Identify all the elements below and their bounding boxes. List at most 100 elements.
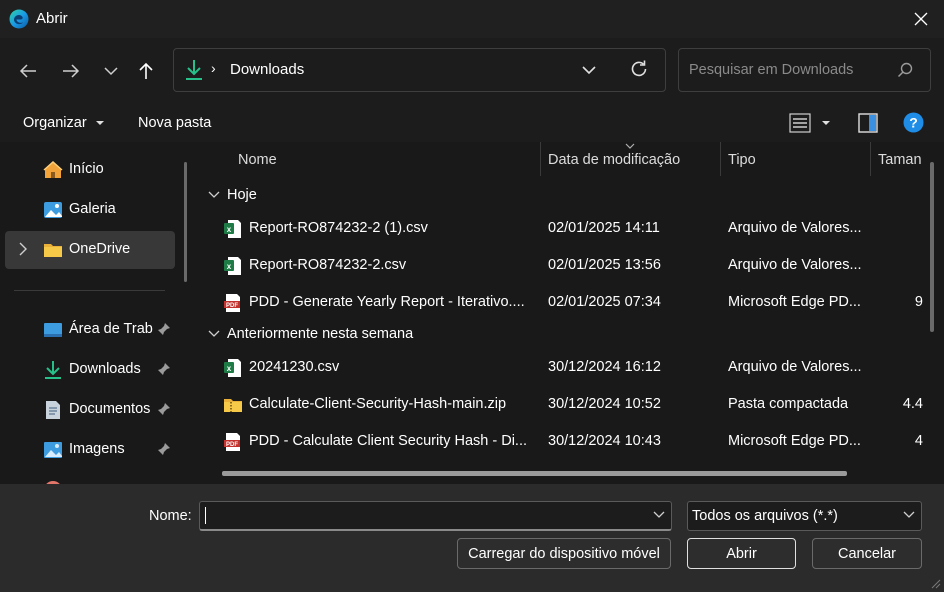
organize-button[interactable]: Organizar — [23, 115, 105, 131]
sidebar-item-inicio[interactable]: Início — [0, 151, 175, 189]
edge-app-icon — [9, 9, 29, 29]
cancel-button[interactable]: Cancelar — [812, 538, 922, 569]
sidebar-item-label: Imagens — [69, 441, 125, 457]
filename-input[interactable] — [199, 501, 672, 531]
download-icon — [186, 60, 202, 80]
sidebar-item-label: Documentos — [69, 401, 151, 417]
file-name: 20241230.csv — [249, 359, 340, 375]
sidebar-item-partial[interactable] — [0, 471, 175, 484]
file-type: Arquivo de Valores... — [728, 257, 862, 273]
search-placeholder: Pesquisar em Downloads — [689, 62, 854, 78]
file-list[interactable]: Nome Data de modificação Tipo Taman Hoje… — [200, 142, 944, 484]
sidebar-item-desktop[interactable]: Área de Trab — [0, 311, 175, 349]
sidebar-scrollbar[interactable] — [184, 162, 187, 282]
file-date: 02/01/2025 07:34 — [548, 294, 661, 310]
arrow-up-icon — [139, 62, 153, 79]
filetype-select[interactable]: Todos os arquivos (*.*) — [687, 501, 922, 531]
breadcrumb-downloads[interactable]: Downloads — [230, 61, 304, 78]
address-bar[interactable]: › Downloads — [173, 48, 666, 92]
arrow-left-icon — [19, 64, 36, 78]
file-date: 02/01/2025 13:56 — [548, 257, 661, 273]
filetype-value: Todos os arquivos (*.*) — [692, 508, 838, 524]
vertical-scrollbar[interactable] — [930, 162, 934, 332]
chevron-right-icon[interactable] — [18, 242, 28, 256]
svg-text:x: x — [227, 262, 232, 271]
column-divider[interactable] — [540, 142, 541, 176]
title-bar: Abrir — [0, 0, 944, 38]
pin-icon[interactable] — [157, 442, 171, 456]
column-header-name[interactable]: Nome — [238, 152, 277, 168]
column-header-size[interactable]: Taman — [878, 152, 922, 168]
pin-icon[interactable] — [157, 322, 171, 336]
organize-label: Organizar — [23, 115, 87, 131]
svg-text:?: ? — [909, 115, 918, 131]
preview-pane-icon[interactable] — [858, 113, 878, 133]
resize-grip-icon[interactable] — [931, 579, 941, 589]
text-caret — [205, 507, 206, 524]
column-divider[interactable] — [720, 142, 721, 176]
file-date: 30/12/2024 10:52 — [548, 396, 661, 412]
file-type: Microsoft Edge PD... — [728, 433, 861, 449]
up-button[interactable] — [129, 54, 163, 88]
search-box[interactable]: Pesquisar em Downloads — [678, 48, 931, 92]
open-button[interactable]: Abrir — [687, 538, 796, 569]
chevron-down-icon[interactable] — [653, 510, 665, 520]
file-name: Report-RO874232-2.csv — [249, 257, 407, 273]
new-folder-button[interactable]: Nova pasta — [138, 115, 211, 131]
group-label: Anteriormente nesta semana — [227, 326, 414, 342]
folder-icon — [44, 244, 62, 257]
dialog-footer: Nome: Todos os arquivos (*.*) Carregar d… — [0, 484, 944, 592]
column-divider[interactable] — [870, 142, 871, 176]
back-button[interactable] — [11, 54, 45, 88]
svg-text:x: x — [227, 225, 232, 234]
desktop-icon — [44, 323, 62, 337]
excel-csv-icon: x — [224, 220, 241, 238]
excel-csv-icon: x — [224, 359, 241, 377]
home-icon — [43, 160, 63, 178]
pin-icon[interactable] — [157, 362, 171, 376]
file-row[interactable]: Calculate-Client-Security-Hash-main.zip … — [200, 386, 930, 423]
column-header-type[interactable]: Tipo — [728, 152, 756, 168]
file-type: Microsoft Edge PD... — [728, 294, 861, 310]
horizontal-scrollbar[interactable] — [222, 471, 847, 476]
sidebar-item-label: OneDrive — [69, 241, 131, 257]
upload-from-mobile-button[interactable]: Carregar do dispositivo móvel — [457, 538, 671, 569]
sidebar-item-label: Galeria — [69, 201, 116, 217]
recent-locations-button[interactable] — [94, 54, 128, 88]
file-row[interactable]: x Report-RO874232-2.csv 02/01/2025 13:56… — [200, 247, 930, 284]
chevron-down-icon — [903, 511, 915, 518]
documents-icon — [46, 401, 60, 419]
arrow-right-icon — [63, 64, 80, 78]
sidebar-item-label: Área de Trab — [69, 321, 153, 337]
file-date: 02/01/2025 14:11 — [548, 220, 660, 236]
sidebar-item-pictures[interactable]: Imagens — [0, 431, 175, 469]
file-row[interactable]: x Report-RO874232-2 (1).csv 02/01/2025 1… — [200, 210, 930, 247]
help-icon[interactable]: ? — [903, 112, 924, 133]
file-row[interactable]: x 20241230.csv 30/12/2024 16:12 Arquivo … — [200, 349, 930, 386]
sidebar-item-galeria[interactable]: Galeria — [0, 191, 175, 229]
excel-csv-icon: x — [224, 257, 241, 275]
sidebar-item-documents[interactable]: Documentos — [0, 391, 175, 429]
pdf-icon: PDF — [224, 433, 240, 451]
file-name: PDD - Generate Yearly Report - Iterativo… — [249, 294, 525, 310]
close-button[interactable] — [898, 0, 944, 38]
file-row[interactable]: PDF PDD - Generate Yearly Report - Itera… — [200, 284, 930, 321]
sidebar-item-onedrive[interactable]: OneDrive — [5, 231, 175, 269]
caret-down-icon[interactable] — [821, 119, 831, 127]
search-icon — [897, 62, 913, 78]
forward-button[interactable] — [54, 54, 88, 88]
file-date: 30/12/2024 16:12 — [548, 359, 661, 375]
view-details-icon[interactable] — [789, 113, 811, 133]
navigation-pane[interactable]: Início Galeria OneDrive Área de Trab Dow… — [0, 142, 200, 484]
column-header-date[interactable]: Data de modificação — [548, 152, 680, 168]
chevron-down-icon — [208, 330, 220, 337]
file-row[interactable]: PDF PDD - Calculate Client Security Hash… — [200, 423, 930, 460]
refresh-icon[interactable] — [629, 59, 649, 79]
file-name: Calculate-Client-Security-Hash-main.zip — [249, 396, 507, 412]
sidebar-item-downloads[interactable]: Downloads — [0, 351, 175, 389]
caret-down-icon — [95, 121, 104, 126]
download-icon — [45, 361, 61, 379]
chevron-down-icon[interactable] — [582, 60, 596, 80]
svg-text:PDF: PDF — [226, 442, 238, 448]
pin-icon[interactable] — [157, 402, 171, 416]
